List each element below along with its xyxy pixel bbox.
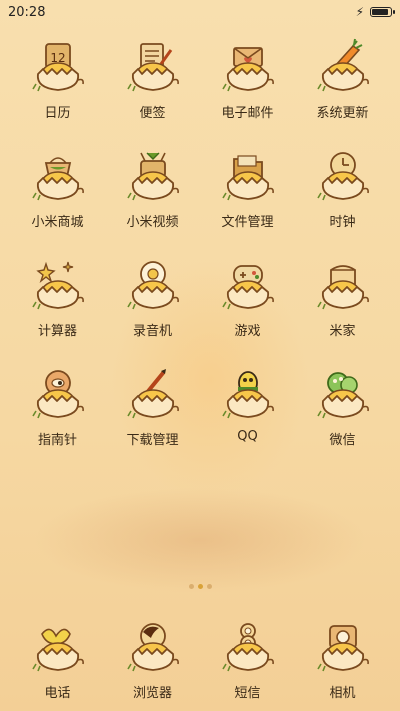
grid-app-video[interactable]: 小米视频 (105, 147, 200, 234)
calendar-icon: 12 (28, 38, 88, 94)
dock-app-messages[interactable]: 短信 (200, 618, 295, 705)
app-label: 指南针 (37, 433, 77, 448)
messages-icon (218, 618, 278, 674)
home-icon (313, 256, 373, 312)
app-label: 系统更新 (316, 106, 369, 121)
qq-icon (218, 365, 278, 421)
app-grid: 12 日历 便签 电子邮件 系统更新 小米商城 小米视频 文件管理 时钟 计算器… (0, 38, 400, 452)
grid-app-qq[interactable]: QQ (200, 365, 295, 452)
app-label: 小米商城 (31, 215, 84, 230)
grid-app-calendar[interactable]: 12 日历 (10, 38, 105, 125)
app-label: 电话 (44, 686, 71, 701)
app-label: 便签 (139, 106, 166, 121)
browser-icon (123, 618, 183, 674)
app-label: 日历 (44, 106, 71, 121)
phone-icon (28, 618, 88, 674)
grid-app-calculator[interactable]: 计算器 (10, 256, 105, 343)
app-label: 电子邮件 (221, 106, 274, 121)
page-indicator[interactable] (0, 584, 400, 589)
dock: 电话 浏览器 短信 相机 (0, 618, 400, 705)
recorder-icon (123, 256, 183, 312)
app-label: 时钟 (329, 215, 356, 230)
update-icon (313, 38, 373, 94)
battery-icon (370, 7, 395, 17)
grid-app-clock[interactable]: 时钟 (295, 147, 390, 234)
grid-app-folder[interactable]: 文件管理 (200, 147, 295, 234)
gamepad-icon (218, 256, 278, 312)
video-icon (123, 147, 183, 203)
wechat-icon (313, 365, 373, 421)
grid-app-notes[interactable]: 便签 (105, 38, 200, 125)
grid-app-email[interactable]: 电子邮件 (200, 38, 295, 125)
clock-icon (313, 147, 373, 203)
grid-app-gamepad[interactable]: 游戏 (200, 256, 295, 343)
notes-icon (123, 38, 183, 94)
app-label: 文件管理 (221, 215, 274, 230)
dock-app-camera[interactable]: 相机 (295, 618, 390, 705)
grid-app-shop[interactable]: 小米商城 (10, 147, 105, 234)
grid-app-wechat[interactable]: 微信 (295, 365, 390, 452)
app-label: 米家 (329, 324, 356, 339)
grid-app-download[interactable]: 下载管理 (105, 365, 200, 452)
app-label: 游戏 (234, 324, 261, 339)
email-icon (218, 38, 278, 94)
shop-icon (28, 147, 88, 203)
grid-app-home[interactable]: 米家 (295, 256, 390, 343)
app-label: 相机 (329, 686, 356, 701)
page-dot[interactable] (197, 584, 203, 589)
page-dot[interactable] (188, 584, 194, 589)
app-label: QQ (237, 429, 258, 444)
status-time: 20:28 (8, 4, 46, 20)
app-label: 小米视频 (126, 215, 179, 230)
app-label: 微信 (329, 433, 356, 448)
app-label: 录音机 (132, 324, 172, 339)
page-dot[interactable] (206, 584, 212, 589)
dock-app-phone[interactable]: 电话 (10, 618, 105, 705)
calculator-icon (28, 256, 88, 312)
app-label: 浏览器 (132, 686, 172, 701)
app-label: 短信 (234, 686, 261, 701)
dock-app-browser[interactable]: 浏览器 (105, 618, 200, 705)
charging-icon: ⚡ (355, 5, 364, 19)
camera-icon (313, 618, 373, 674)
status-bar: 20:28 ⚡ (0, 0, 400, 24)
grid-app-recorder[interactable]: 录音机 (105, 256, 200, 343)
battery-level (372, 9, 388, 15)
grid-app-update[interactable]: 系统更新 (295, 38, 390, 125)
grid-app-compass[interactable]: 指南针 (10, 365, 105, 452)
folder-icon (218, 147, 278, 203)
download-icon (123, 365, 183, 421)
compass-icon (28, 365, 88, 421)
app-label: 计算器 (37, 324, 77, 339)
app-label: 下载管理 (126, 433, 179, 448)
